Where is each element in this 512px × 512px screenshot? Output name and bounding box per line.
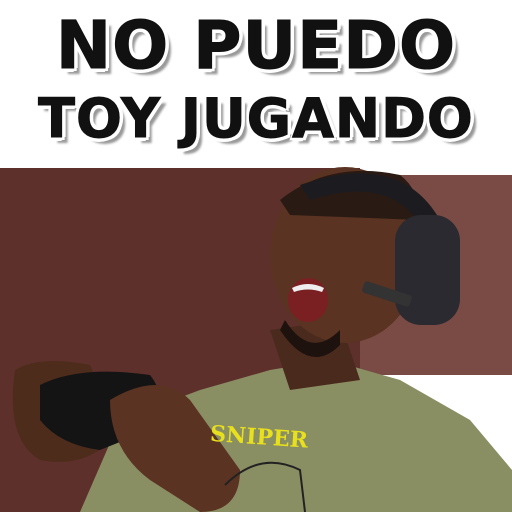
caption-line-2: TOY JUGANDO xyxy=(38,87,474,151)
caption-line-1: NO PUEDO xyxy=(55,7,457,85)
headset-earcup-icon xyxy=(395,215,460,325)
meme-sticker: SNIPER NO PUEDO TOY JUGANDO xyxy=(0,0,512,512)
